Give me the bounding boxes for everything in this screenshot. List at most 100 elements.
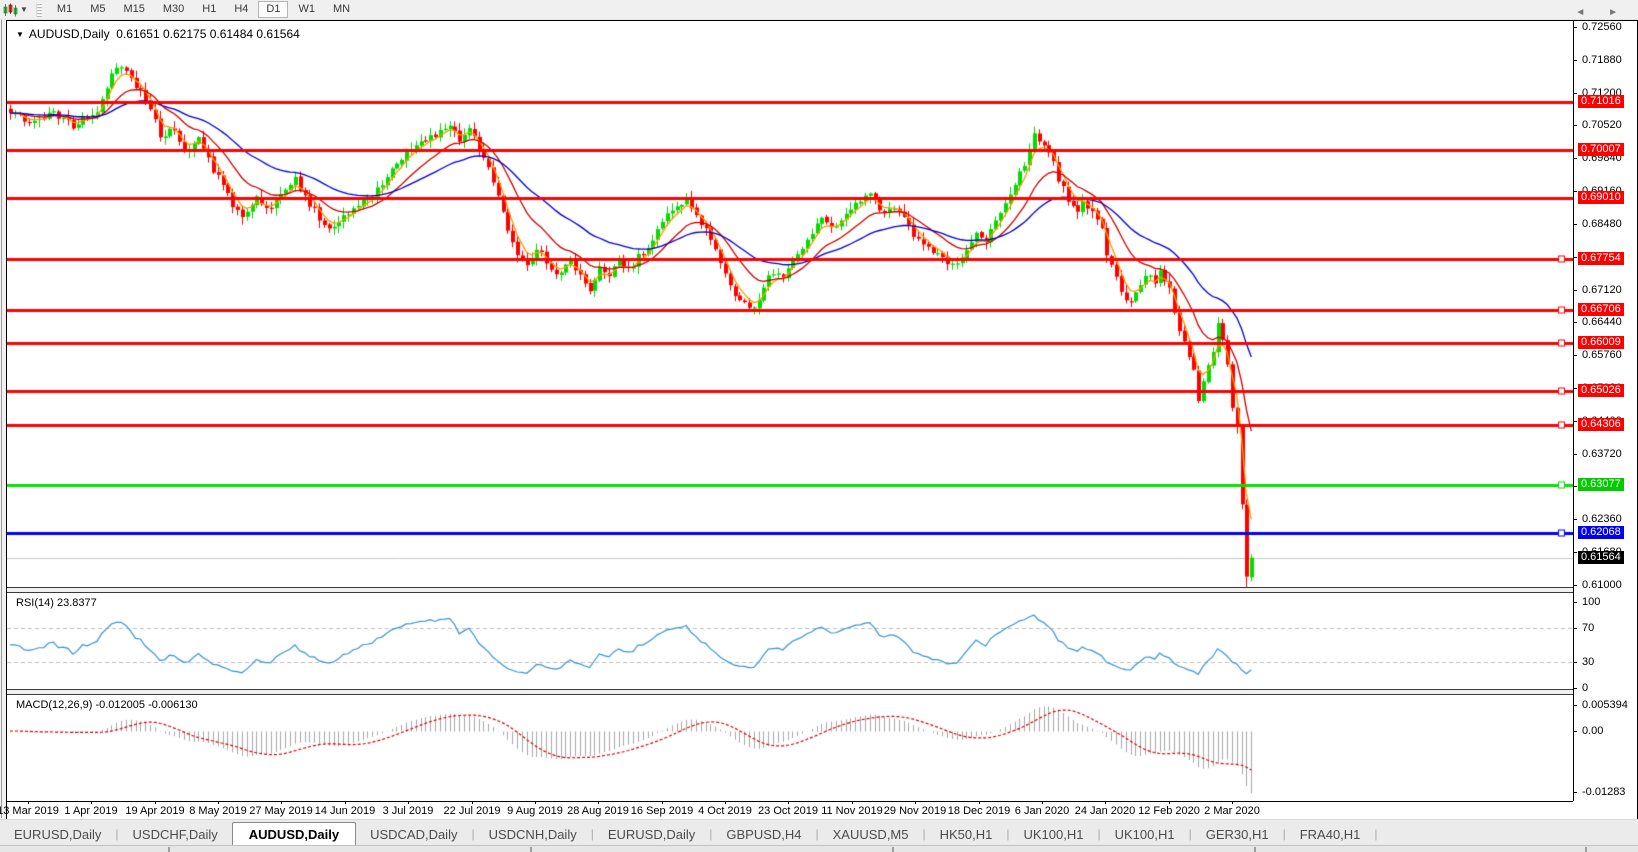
chart-tab-fra40-h1[interactable]: FRA40,H1 — [1286, 823, 1375, 846]
price-tick-label: -0.01283 — [1582, 786, 1625, 798]
chart-tab-gbpusd-h4[interactable]: GBPUSD,H4 — [712, 823, 815, 846]
date-label: 6 Jan 2020 — [1015, 805, 1069, 817]
rsi-panel-canvas[interactable] — [7, 593, 1573, 689]
date-tick — [345, 801, 346, 804]
axis-tick — [1573, 705, 1577, 706]
price-tick-label: 0 — [1582, 682, 1588, 694]
timeframe-toolbar: ▼ M1M5M15M30H1H4D1W1MN — [0, 0, 1638, 20]
date-tick — [28, 801, 29, 804]
price-level-badge: 0.62068 — [1578, 526, 1624, 539]
date-axis: 13 Mar 20191 Apr 201919 Apr 20198 May 20… — [7, 801, 1573, 819]
date-label: 8 May 2019 — [189, 805, 246, 817]
axis-tick — [1573, 731, 1577, 732]
date-tick — [155, 801, 156, 804]
date-tick — [915, 801, 916, 804]
chart-tab-usdcnh-daily[interactable]: USDCNH,Daily — [475, 823, 591, 846]
main-chart-canvas[interactable] — [7, 21, 1573, 587]
panel-separator[interactable] — [7, 689, 1573, 695]
price-axis: 0.725600.718800.712000.705200.698400.691… — [1573, 21, 1636, 801]
axis-tick — [1573, 224, 1577, 225]
axis-tick — [1573, 552, 1577, 553]
price-level-badge: 0.71016 — [1578, 95, 1624, 108]
price-level-badge: 0.65026 — [1578, 384, 1624, 397]
chart-tab-usdcad-daily[interactable]: USDCAD,Daily — [356, 823, 471, 846]
price-tick-label: 0.63720 — [1582, 448, 1622, 460]
chart-type-selector[interactable]: ▼ — [3, 3, 28, 17]
rsi-indicator-label: RSI(14) 23.8377 — [16, 597, 97, 609]
macd-panel-canvas[interactable] — [7, 695, 1573, 801]
strip-divider — [892, 847, 894, 852]
timeframe-button-h4[interactable]: H4 — [226, 1, 256, 18]
price-level-badge: 0.64306 — [1578, 418, 1624, 431]
date-tick — [218, 801, 219, 804]
chart-tab-eurusd-daily[interactable]: EURUSD,Daily — [594, 823, 709, 846]
date-label: 22 Jul 2019 — [444, 805, 501, 817]
timeframe-button-m15[interactable]: M15 — [115, 1, 152, 18]
tab-scroll-arrows[interactable]: ◄ ► — [1575, 7, 1628, 18]
chart-tab-eurusd-daily[interactable]: EURUSD,Daily — [0, 823, 115, 846]
chart-window: ▼AUDUSD,Daily 0.61651 0.62175 0.61484 0.… — [6, 20, 1638, 820]
strip-divider — [1585, 847, 1587, 852]
chart-tab-ger30-h1[interactable]: GER30,H1 — [1192, 823, 1283, 846]
chart-tab-xauusd-m5[interactable]: XAUUSD,M5 — [819, 823, 923, 846]
mt4-window: { "toolbar": { "chart_type_icon": "candl… — [0, 0, 1638, 851]
date-label: 16 Sep 2019 — [631, 805, 693, 817]
window-edge — [1, 20, 2, 818]
date-label: 13 Mar 2019 — [0, 805, 59, 817]
date-tick — [1042, 801, 1043, 804]
price-tick-label: 0.68480 — [1582, 218, 1622, 230]
price-level-badge: 0.70007 — [1578, 143, 1624, 156]
price-tick-label: 30 — [1582, 656, 1594, 668]
chart-tab-hk50-h1[interactable]: HK50,H1 — [926, 823, 1007, 846]
timeframe-button-m5[interactable]: M5 — [82, 1, 113, 18]
date-tick — [598, 801, 599, 804]
axis-tick — [1573, 602, 1577, 603]
price-tick-label: 100 — [1582, 596, 1600, 608]
axis-tick — [1573, 257, 1577, 258]
chart-tab-uk100-h1[interactable]: UK100,H1 — [1010, 823, 1098, 846]
strip-divider — [168, 847, 170, 852]
timeframe-button-m30[interactable]: M30 — [155, 1, 192, 18]
axis-tick — [1573, 191, 1577, 192]
chart-tab-uk100-h1[interactable]: UK100,H1 — [1101, 823, 1189, 846]
price-tick-label: 0.72560 — [1582, 21, 1622, 33]
price-level-badge: 0.69010 — [1578, 191, 1624, 204]
date-label: 12 Feb 2020 — [1138, 805, 1200, 817]
timeframe-button-h1[interactable]: H1 — [194, 1, 224, 18]
date-label: 18 Dec 2019 — [948, 805, 1010, 817]
axis-tick — [1573, 27, 1577, 28]
chart-tab-audusd-daily[interactable]: AUDUSD,Daily — [232, 822, 356, 846]
timeframe-button-m1[interactable]: M1 — [49, 1, 80, 18]
price-tick-label: 70 — [1582, 622, 1594, 634]
date-label: 19 Apr 2019 — [125, 805, 184, 817]
chevron-down-icon: ▼ — [20, 5, 28, 14]
timeframe-button-w1[interactable]: W1 — [290, 1, 323, 18]
axis-tick — [1573, 60, 1577, 61]
date-tick — [979, 801, 980, 804]
date-tick — [1105, 801, 1106, 804]
panel-separator[interactable] — [7, 587, 1573, 593]
date-tick — [281, 801, 282, 804]
timeframe-button-d1[interactable]: D1 — [258, 1, 288, 18]
price-tick-label: 0.62360 — [1582, 513, 1622, 525]
date-tick — [1232, 801, 1233, 804]
axis-tick — [1573, 519, 1577, 520]
date-tick — [725, 801, 726, 804]
timeframe-button-mn[interactable]: MN — [325, 1, 358, 18]
axis-tick — [1573, 792, 1577, 793]
price-tick-label: 0.00 — [1582, 725, 1603, 737]
axis-tick — [1573, 421, 1577, 422]
axis-tick — [1573, 662, 1577, 663]
axis-tick — [1573, 628, 1577, 629]
price-tick-label: 0.66440 — [1582, 316, 1622, 328]
date-label: 2 Mar 2020 — [1204, 805, 1260, 817]
collapse-triangle-icon[interactable]: ▼ — [16, 30, 24, 39]
price-tick-label: 0.61000 — [1582, 579, 1622, 591]
macd-indicator-label: MACD(12,26,9) -0.012005 -0.006130 — [16, 699, 198, 711]
date-label: 1 Apr 2019 — [64, 805, 117, 817]
date-label: 29 Nov 2019 — [884, 805, 946, 817]
chart-tab-usdchf-daily[interactable]: USDCHF,Daily — [119, 823, 232, 846]
price-tick-label: 0.70520 — [1582, 119, 1622, 131]
toolbar-grip — [36, 3, 42, 17]
date-label: 14 Jun 2019 — [315, 805, 376, 817]
